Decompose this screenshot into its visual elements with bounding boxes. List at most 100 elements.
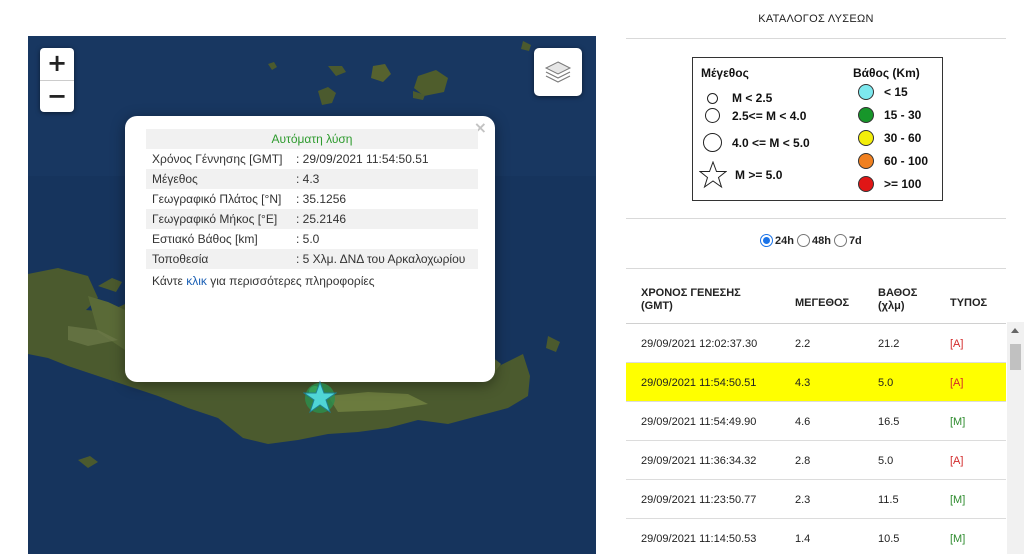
cell-magnitude: 4.3: [795, 377, 811, 389]
small-circle-icon: [707, 92, 718, 104]
map[interactable]: + − × Αυτόματη λύση Χρόνος Γέννησης [GMT…: [28, 36, 596, 554]
legend: Μέγεθος Βάθος (Km) M < 2.5 2.5<= M < 4.0…: [692, 57, 943, 201]
table-row[interactable]: 29/09/2021 11:14:50.53 1.4 10.5 [M]: [626, 519, 1006, 554]
event-popup: × Αυτόματη λύση Χρόνος Γέννησης [GMT]: 2…: [125, 116, 495, 382]
table-scrollbar[interactable]: [1007, 322, 1024, 554]
detail-value: : 35.1256: [296, 192, 347, 206]
radio-48h[interactable]: [796, 234, 810, 247]
legend-magnitude-label: M >= 5.0: [735, 168, 783, 182]
depth-color-dot: [858, 84, 874, 100]
detail-value: : 5.0: [296, 232, 320, 246]
earthquake-star-marker[interactable]: [303, 380, 337, 414]
legend-magnitude-label: M < 2.5: [732, 91, 773, 105]
details-link[interactable]: κλικ: [186, 274, 207, 288]
cell-depth: 5.0: [878, 377, 894, 389]
legend-depth-title: Βάθος (Km): [853, 66, 920, 80]
footer-text: για περισσότερες πληροφορίες: [206, 274, 375, 288]
table-row[interactable]: 29/09/2021 11:36:34.32 2.8 5.0 [A]: [626, 441, 1006, 480]
detail-label: Εστιακό Βάθος [km]: [152, 232, 258, 246]
cell-depth: 5.0: [878, 455, 894, 467]
star-icon: [699, 161, 727, 189]
radio-7d-label[interactable]: 7d: [849, 235, 862, 247]
legend-depth-item: < 15: [858, 84, 908, 100]
divider: [626, 218, 1006, 219]
detail-value: : 5 Χλμ. ΔΝΔ του Αρκαλοχωρίου: [290, 249, 478, 269]
legend-depth-item: 60 - 100: [858, 153, 928, 169]
cell-time: 29/09/2021 11:54:50.51: [641, 377, 757, 389]
cell-depth: 16.5: [878, 416, 900, 428]
table-row[interactable]: 29/09/2021 12:02:37.30 2.2 21.2 [A]: [626, 324, 1006, 363]
table-header: ΧΡΟΝΟΣ ΓΕΝΕΣΗΣ (GMT) ΜΕΓΕΘΟΣ ΒΑΘΟΣ (χλμ) Τ…: [626, 270, 1006, 324]
legend-magnitude-title: Μέγεθος: [701, 66, 749, 80]
detail-value: : 25.2146: [290, 209, 478, 229]
popup-title: Αυτόματη λύση: [146, 129, 478, 149]
cell-time: 29/09/2021 12:02:37.30: [641, 338, 758, 350]
scroll-up-arrow-icon[interactable]: [1011, 328, 1019, 333]
cell-depth: 11.5: [878, 494, 899, 506]
radio-48h-label[interactable]: 48h: [812, 235, 831, 247]
detail-label: Τοποθεσία: [146, 249, 290, 269]
divider: [626, 268, 1006, 269]
cell-time: 29/09/2021 11:36:34.32: [641, 455, 757, 467]
popup-footer: Κάντε κλικ για περισσότερες πληροφορίες: [146, 269, 478, 291]
cell-magnitude: 2.2: [795, 338, 811, 350]
radio-7d[interactable]: [833, 234, 847, 247]
legend-depth-item: 30 - 60: [858, 130, 921, 146]
cell-magnitude: 2.8: [795, 455, 811, 467]
legend-magnitude-item: 4.0 <= M < 5.0: [703, 133, 810, 152]
header-time-line2: (GMT): [641, 300, 673, 312]
legend-depth-label: 15 - 30: [884, 108, 922, 122]
header-depth-line1: ΒΑΘΟΣ: [878, 287, 918, 299]
radio-24h-label[interactable]: 24h: [775, 235, 794, 247]
cell-magnitude: 2.3: [795, 494, 811, 506]
legend-magnitude-label: 4.0 <= M < 5.0: [732, 135, 810, 150]
header-time: ΧΡΟΝΟΣ ΓΕΝΕΣΗΣ (GMT): [641, 287, 741, 313]
cell-magnitude: 1.4: [795, 533, 811, 545]
depth-color-dot: [858, 153, 874, 169]
depth-color-dot: [858, 130, 874, 146]
cell-type: [M]: [950, 494, 966, 506]
legend-magnitude-item: M < 2.5: [707, 91, 772, 105]
cell-type: [A]: [950, 455, 964, 467]
legend-depth-item: 15 - 30: [858, 107, 921, 123]
zoom-in-button[interactable]: +: [40, 48, 74, 80]
layers-button[interactable]: [534, 48, 582, 96]
legend-depth-label: 60 - 100: [884, 154, 929, 168]
cell-depth: 21.2: [878, 338, 900, 350]
header-depth: ΒΑΘΟΣ (χλμ): [878, 287, 917, 313]
detail-label: Μέγεθος: [146, 169, 290, 189]
event-details-table: Αυτόματη λύση Χρόνος Γέννησης [GMT]: 29/…: [146, 129, 478, 291]
header-type: ΤΥΠΟΣ: [950, 297, 988, 309]
header-depth-line2: (χλμ): [878, 300, 905, 312]
legend-depth-label: >= 100: [884, 177, 922, 191]
detail-label: Γεωγραφικό Πλάτος [°N]: [152, 192, 282, 206]
cell-magnitude: 4.6: [795, 416, 811, 428]
table-row[interactable]: 29/09/2021 11:23:50.77 2.3 11.5 [M]: [626, 480, 1006, 519]
large-circle-icon: [703, 133, 722, 152]
radio-24h[interactable]: [760, 234, 773, 247]
cell-type: [A]: [950, 338, 964, 350]
scrollbar-thumb[interactable]: [1010, 344, 1021, 370]
solutions-table: ΧΡΟΝΟΣ ΓΕΝΕΣΗΣ (GMT) ΜΕΓΕΘΟΣ ΒΑΘΟΣ (χλμ) Τ…: [626, 270, 1006, 554]
detail-value: : 29/09/2021 11:54:50.51: [296, 152, 429, 166]
legend-magnitude-label: 2.5<= M < 4.0: [732, 108, 807, 123]
legend-magnitude-item: 2.5<= M < 4.0: [705, 108, 806, 123]
depth-color-dot: [858, 176, 874, 192]
detail-label: Γεωγραφικό Μήκος [°E]: [146, 209, 290, 229]
footer-text: Κάντε: [152, 274, 187, 288]
header-magnitude: ΜΕΓΕΘΟΣ: [795, 297, 850, 309]
cell-time: 29/09/2021 11:14:50.53: [641, 533, 757, 545]
cell-type: [M]: [950, 416, 966, 428]
solutions-panel: ΚΑΤΑΛΟΓΟΣ ΛΥΣΕΩΝ Μέγεθος Βάθος (Km) M < …: [626, 0, 1006, 554]
table-row[interactable]: 29/09/2021 11:54:49.90 4.6 16.5 [M]: [626, 402, 1006, 441]
zoom-out-button[interactable]: −: [40, 80, 74, 112]
table-row-selected[interactable]: 29/09/2021 11:54:50.51 4.3 5.0 [A]: [626, 363, 1006, 402]
legend-depth-label: 30 - 60: [884, 131, 922, 145]
header-time-line1: ΧΡΟΝΟΣ ΓΕΝΕΣΗΣ: [641, 287, 741, 299]
medium-circle-icon: [705, 108, 720, 123]
page: + − × Αυτόματη λύση Χρόνος Γέννησης [GMT…: [0, 0, 1024, 554]
legend-depth-label: < 15: [884, 85, 908, 99]
cell-type: [A]: [950, 377, 964, 389]
layers-icon: [544, 61, 572, 83]
legend-depth-item: >= 100: [858, 176, 921, 192]
